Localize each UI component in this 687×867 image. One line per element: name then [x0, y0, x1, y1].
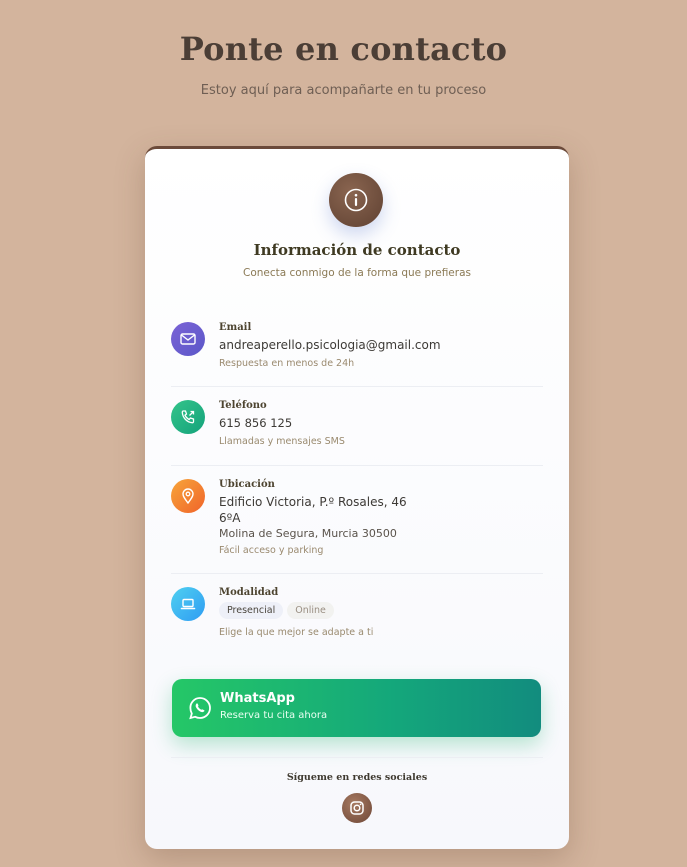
page-title: Ponte en contacto — [179, 30, 508, 68]
whatsapp-icon — [187, 695, 213, 721]
instagram-icon — [350, 801, 364, 815]
card-title: Información de contacto — [253, 241, 461, 259]
email-icon — [171, 322, 205, 356]
chip-online[interactable]: Online — [287, 602, 334, 619]
phone-note: Llamadas y mensajes SMS — [219, 436, 345, 447]
divider — [171, 386, 543, 387]
social-title: Sígueme en redes sociales — [286, 772, 428, 783]
email-value[interactable]: andreaperello.psicologia@gmail.com — [219, 337, 539, 353]
phone-icon — [171, 400, 205, 434]
phone-label: Teléfono — [219, 400, 267, 411]
info-icon — [329, 173, 383, 227]
location-address-line2: 6ºA — [219, 511, 241, 525]
modality-chips: Presencial Online — [219, 598, 539, 619]
email-note: Respuesta en menos de 24h — [219, 358, 355, 369]
modality-label: Modalidad — [219, 587, 279, 598]
divider — [171, 757, 543, 758]
location-icon — [171, 479, 205, 513]
location-address-line1: Edificio Victoria, P.º Rosales, 46 — [219, 495, 407, 509]
location-label: Ubicación — [219, 479, 275, 490]
whatsapp-subtitle: Reserva tu cita ahora — [220, 710, 328, 721]
whatsapp-title: WhatsApp — [220, 691, 295, 706]
location-note: Fácil acceso y parking — [219, 545, 324, 556]
whatsapp-button[interactable]: WhatsApp Reserva tu cita ahora — [172, 679, 541, 737]
email-label: Email — [219, 322, 252, 333]
location-address-line3: Molina de Segura, Murcia 30500 — [219, 527, 397, 540]
divider — [171, 465, 543, 466]
instagram-button[interactable] — [342, 793, 372, 823]
phone-value[interactable]: 615 856 125 — [219, 415, 539, 431]
contact-card: Información de contacto Conecta conmigo … — [145, 146, 569, 849]
page-subtitle: Estoy aquí para acompañarte en tu proces… — [200, 83, 487, 98]
divider — [171, 573, 543, 574]
modality-note: Elige la que mejor se adapte a ti — [219, 627, 374, 638]
laptop-icon — [171, 587, 205, 621]
card-subtitle: Conecta conmigo de la forma que prefiera… — [243, 267, 471, 279]
chip-presencial[interactable]: Presencial — [219, 602, 284, 619]
